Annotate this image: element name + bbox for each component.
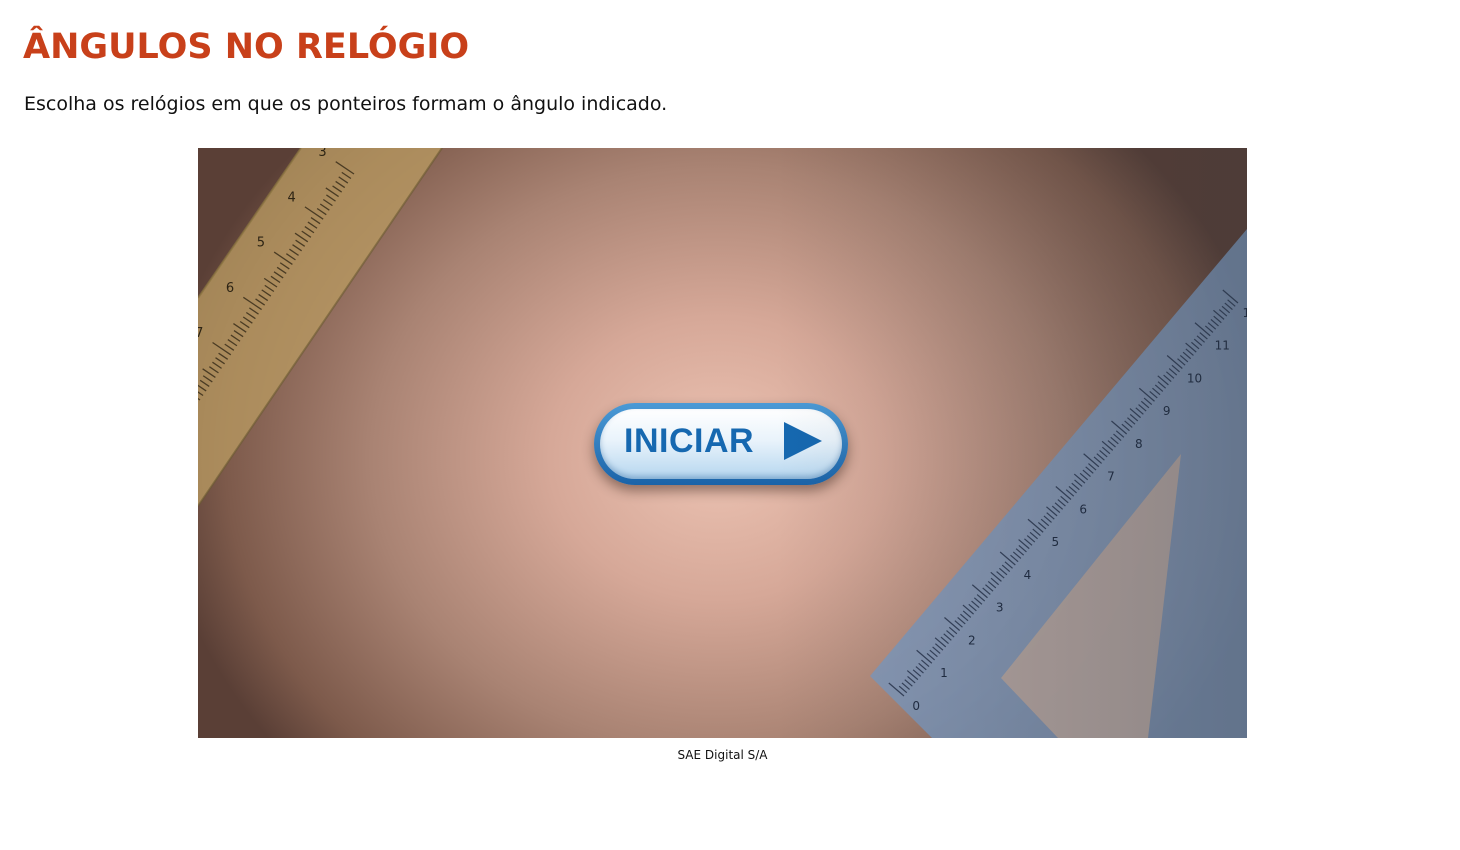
- ruler-number: 10: [1187, 371, 1202, 385]
- ruler-number: 9: [1163, 404, 1171, 418]
- ruler-number: 2: [968, 633, 976, 647]
- ruler-number: 6: [1079, 502, 1087, 516]
- ruler-number: 5: [257, 236, 265, 251]
- ruler-number: 8: [1135, 437, 1143, 451]
- ruler-number: 12: [1243, 306, 1247, 320]
- page-title: ÂNGULOS NO RELÓGIO: [23, 27, 470, 67]
- ruler-number: 4: [1024, 568, 1032, 582]
- activity-stage: 345678 0123456789101112 INICIAR: [198, 148, 1247, 738]
- ruler-number: 4: [288, 190, 296, 205]
- ruler-left: 345678: [198, 148, 443, 507]
- ruler-number: 1: [940, 666, 948, 680]
- ruler-number: 6: [226, 281, 234, 296]
- ruler-number: 3: [996, 601, 1004, 615]
- instruction-text: Escolha os relógios em que os ponteiros …: [24, 93, 668, 115]
- set-square-right: 0123456789101112: [870, 229, 1247, 738]
- ruler-number: 7: [1107, 470, 1115, 484]
- play-icon: [784, 422, 822, 460]
- ruler-number: 3: [318, 148, 326, 160]
- ruler-number: 7: [198, 326, 203, 341]
- image-credit: SAE Digital S/A: [677, 748, 768, 762]
- start-button-label: INICIAR: [624, 422, 755, 460]
- ruler-number: 11: [1215, 339, 1230, 353]
- ruler-number: 5: [1052, 535, 1060, 549]
- ruler-number: 0: [912, 699, 920, 713]
- start-button[interactable]: INICIAR: [594, 403, 848, 485]
